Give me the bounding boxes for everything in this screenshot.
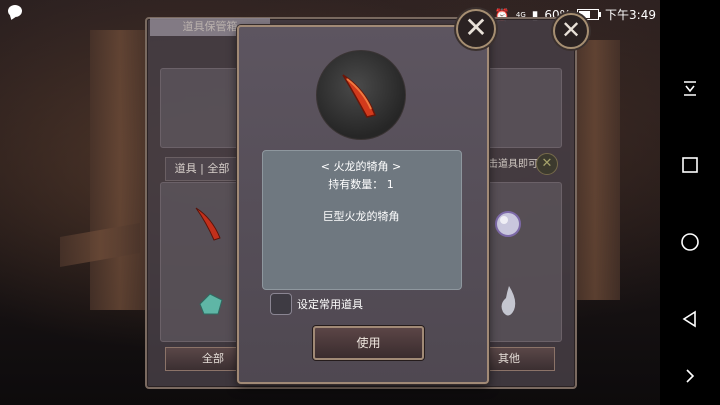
storage-slot[interactable]	[484, 68, 562, 148]
recent-apps-icon[interactable]	[660, 145, 720, 185]
flame-icon[interactable]	[494, 284, 524, 322]
horn-item-icon[interactable]	[192, 204, 228, 244]
wooden-pillar	[570, 40, 620, 300]
confirm-check-icon[interactable]: ✕	[536, 153, 558, 175]
item-description: 巨型火龙的犄角	[322, 210, 400, 223]
crystal-icon[interactable]	[196, 290, 226, 318]
orb-icon[interactable]	[492, 208, 524, 240]
close-icon[interactable]: ✕	[456, 9, 496, 49]
wooden-wall	[90, 30, 150, 310]
horn-item-icon	[342, 74, 377, 118]
clock-time: 下午3:49	[605, 8, 656, 22]
chat-icon	[8, 5, 22, 17]
navigation-bar	[660, 0, 720, 405]
close-icon[interactable]: ✕	[553, 13, 589, 49]
use-button[interactable]: 使用	[313, 326, 424, 360]
tab-items-all[interactable]: 道具 | 全部	[165, 157, 239, 181]
home-icon[interactable]	[660, 222, 720, 262]
quantity-value: 1	[386, 178, 394, 191]
favorite-checkbox[interactable]	[270, 293, 292, 315]
item-preview	[316, 50, 406, 140]
chevron-right-icon[interactable]	[660, 356, 720, 396]
notification-pull-icon[interactable]	[660, 68, 720, 108]
item-name: < 火龙的犄角 >	[320, 160, 402, 173]
favorite-label: 设定常用道具	[297, 298, 363, 311]
quantity-label: 持有数量：	[328, 178, 384, 191]
back-icon[interactable]	[660, 299, 720, 339]
item-quantity: 持有数量： 1	[262, 176, 460, 192]
